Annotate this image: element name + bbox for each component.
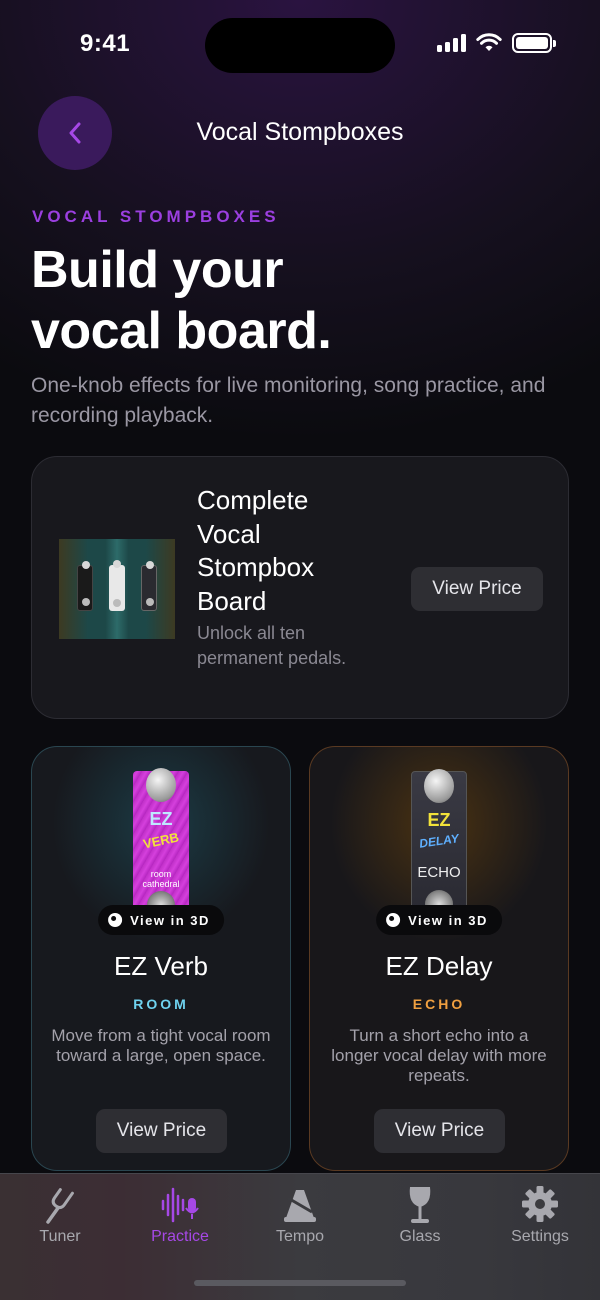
view-in-3d-label: View in 3D <box>408 912 488 928</box>
bundle-image <box>59 539 175 639</box>
ez-verb-view-price-button[interactable]: View Price <box>96 1109 227 1153</box>
3d-icon <box>386 913 401 927</box>
status-time: 9:41 <box>80 30 131 57</box>
page-headline: Build your vocal board. <box>31 240 571 362</box>
pedal-type: ROOM <box>133 996 189 1012</box>
bundle-view-price-button[interactable]: View Price <box>411 567 543 611</box>
gear-icon <box>522 1186 558 1222</box>
tab-tempo[interactable]: Tempo <box>240 1174 360 1264</box>
pedal-description: Move from a tight vocal room toward a la… <box>51 1026 271 1065</box>
tab-practice[interactable]: Practice <box>120 1174 240 1264</box>
pedal-name: EZ Delay <box>385 951 493 981</box>
home-indicator <box>194 1280 406 1286</box>
pedal-description: Turn a short echo into a longer vocal de… <box>331 1026 547 1085</box>
headline-line-2: vocal board. <box>31 302 332 360</box>
nav-title: Vocal Stompboxes <box>196 118 404 146</box>
wine-glass-icon <box>409 1187 431 1223</box>
ez-delay-view-price-button[interactable]: View Price <box>374 1109 505 1153</box>
bundle-description: Unlock all ten permanent pedals. <box>197 623 347 668</box>
section-eyebrow: VOCAL STOMPBOXES <box>32 207 280 226</box>
pedal-card-ez-verb[interactable]: EZ VERB room cathedral View in 3D EZ Ver… <box>31 746 291 1171</box>
bundle-card[interactable]: Complete Vocal Stompbox Board Unlock all… <box>31 456 569 719</box>
metronome-icon <box>284 1190 316 1222</box>
pedal-type: ECHO <box>412 996 466 1012</box>
tab-label: Practice <box>151 1228 209 1245</box>
dynamic-island <box>205 18 395 73</box>
waveform-mic-icon <box>161 1187 199 1223</box>
view-in-3d-button[interactable]: View in 3D <box>98 905 224 935</box>
tab-label: Tuner <box>39 1228 81 1245</box>
page-subtitle: One-knob effects for live monitoring, so… <box>31 374 546 427</box>
tab-label: Glass <box>399 1228 441 1245</box>
3d-icon <box>108 913 123 927</box>
status-icons <box>437 33 556 53</box>
pedal-image-ez-delay: EZ DELAY ECHO <box>411 769 467 918</box>
pedal-name: EZ Verb <box>114 951 208 981</box>
signal-icon <box>437 34 466 52</box>
tab-tuner[interactable]: Tuner <box>0 1174 120 1264</box>
bundle-title: Complete Vocal Stompbox Board <box>197 485 315 616</box>
wifi-icon <box>476 33 502 51</box>
pedal-image-ez-verb: EZ VERB room cathedral <box>133 768 189 919</box>
battery-icon <box>512 33 556 53</box>
view-in-3d-button[interactable]: View in 3D <box>376 905 502 935</box>
pedal-card-ez-delay[interactable]: EZ DELAY ECHO View in 3D EZ Delay ECHO T… <box>309 746 569 1171</box>
headline-line-1: Build your <box>31 241 284 299</box>
view-in-3d-label: View in 3D <box>130 912 210 928</box>
tab-label: Tempo <box>275 1228 325 1245</box>
tab-glass[interactable]: Glass <box>360 1174 480 1264</box>
tab-label: Settings <box>511 1228 569 1245</box>
status-bar: 9:41 <box>0 0 600 90</box>
tab-settings[interactable]: Settings <box>480 1174 600 1264</box>
nav-bar: Vocal Stompboxes <box>0 96 600 172</box>
tuning-fork-icon <box>46 1188 74 1224</box>
